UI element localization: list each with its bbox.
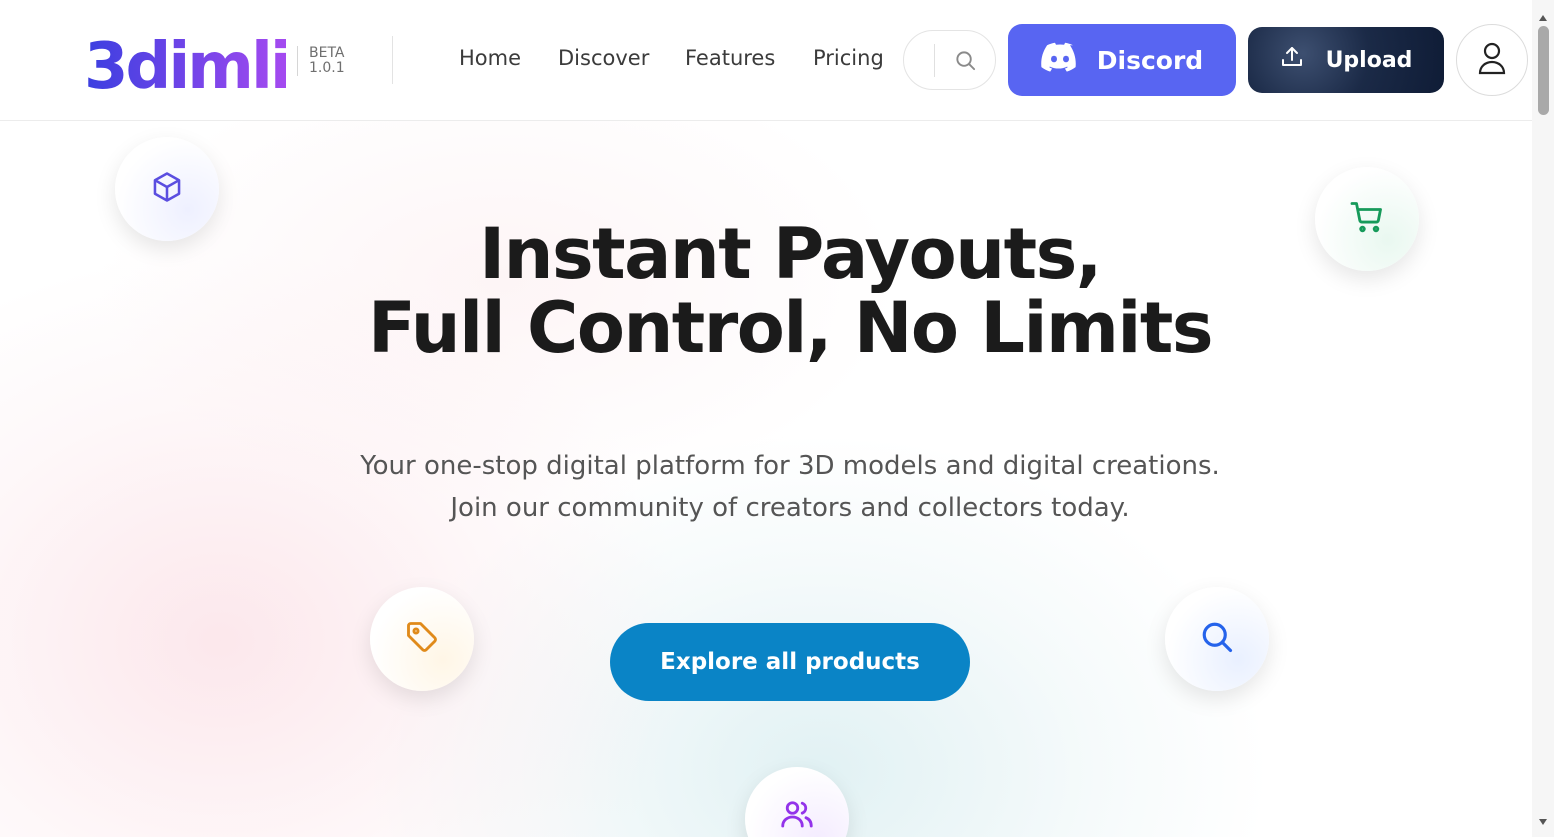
logo-wordmark: 3dimli [84, 32, 286, 92]
nav-home[interactable]: Home [459, 46, 521, 70]
logo[interactable]: 3dimli [84, 32, 286, 92]
user-account-button[interactable] [1456, 24, 1528, 96]
explore-products-button[interactable]: Explore all products [610, 623, 970, 701]
nav-discover[interactable]: Discover [558, 46, 649, 70]
hero-subtitle-line2: Join our community of creators and colle… [450, 493, 1130, 523]
search-divider [934, 44, 935, 77]
floating-tag-badge [370, 587, 474, 691]
users-icon [779, 796, 815, 836]
discord-icon [1041, 42, 1079, 78]
header-divider [392, 36, 393, 84]
hero-subtitle-line1: Your one-stop digital platform for 3D mo… [360, 451, 1220, 481]
nav-pricing[interactable]: Pricing [813, 46, 884, 70]
beta-label: BETA [309, 45, 345, 61]
tag-icon [404, 619, 440, 659]
floating-search-badge [1165, 587, 1269, 691]
hero-section: Instant Payouts, Full Control, No Limits… [0, 121, 1532, 837]
scroll-up-arrow-icon[interactable] [1538, 7, 1548, 26]
hero-title: Instant Payouts, Full Control, No Limits [0, 217, 1532, 365]
beta-badge: BETA 1.0.1 [297, 46, 345, 76]
page-scrollbar[interactable] [1532, 0, 1554, 837]
discord-label: Discord [1096, 45, 1204, 75]
search-toggle[interactable] [903, 30, 996, 90]
nav-features[interactable]: Features [685, 46, 775, 70]
svg-text:3dimli: 3dimli [84, 32, 286, 92]
hero-title-line1: Instant Payouts, [479, 213, 1102, 295]
scroll-down-arrow-icon[interactable] [1538, 811, 1548, 830]
upload-icon [1280, 45, 1304, 75]
hero-title-line2: Full Control, No Limits [367, 287, 1214, 369]
floating-users-badge [745, 767, 849, 837]
search-icon [1199, 619, 1235, 659]
upload-label: Upload [1325, 47, 1413, 73]
discord-button[interactable]: Discord [1008, 24, 1236, 96]
hero-subtitle: Your one-stop digital platform for 3D mo… [0, 445, 1532, 529]
site-header: 3dimli BETA 1.0.1 Home Discover Features… [0, 0, 1532, 121]
search-icon [954, 49, 977, 76]
scrollbar-thumb[interactable] [1538, 26, 1549, 115]
cube-icon [150, 170, 184, 208]
version-label: 1.0.1 [309, 60, 345, 76]
user-icon [1477, 41, 1507, 79]
upload-button[interactable]: Upload [1248, 27, 1444, 93]
